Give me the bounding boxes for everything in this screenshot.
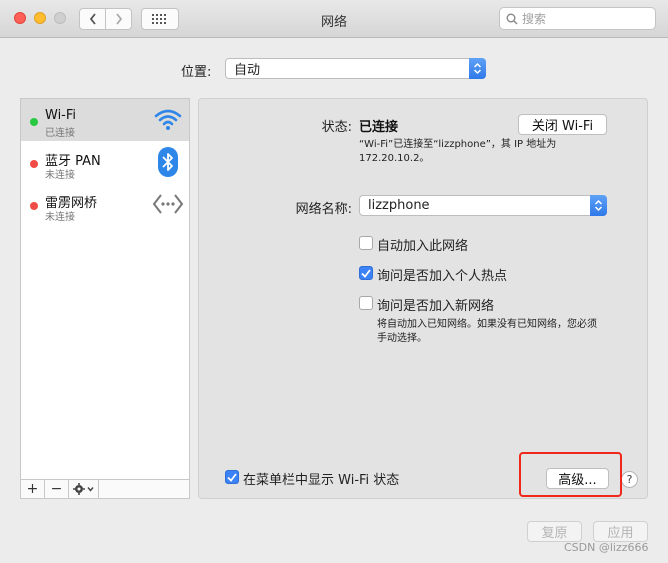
wifi-icon [151,103,185,137]
status-dot [30,202,38,210]
revert-button[interactable]: 复原 [527,521,582,542]
new-network-note-line2: 手动选择。 [377,333,427,344]
gear-icon [72,483,94,495]
bluetooth-icon [151,145,185,179]
apply-button[interactable]: 应用 [593,521,648,542]
service-status: 未连接 [45,170,75,181]
search-placeholder: 搜索 [522,12,547,26]
location-label: 位置: [181,65,212,80]
ask-new-network-label: 询问是否加入新网络 [377,299,495,314]
status-dot [30,160,38,168]
network-name-popup[interactable]: lizzphone [359,195,607,216]
title-bar: 网络 搜索 [0,0,668,38]
status-description-line1: “Wi-Fi”已连接至“lizzphone”，其 IP 地址为 [359,139,557,150]
highlight-annotation [519,452,622,497]
service-list-toolbar: + − [21,479,189,498]
ask-hotspot-checkbox[interactable] [359,266,373,280]
action-menu-button[interactable] [69,480,99,498]
show-in-menubar-label: 在菜单栏中显示 Wi-Fi 状态 [243,473,400,488]
turn-off-wifi-button[interactable]: 关闭 Wi-Fi [518,114,607,135]
help-button[interactable]: ? [621,471,638,488]
status-value: 已连接 [359,120,399,135]
show-in-menubar-checkbox[interactable] [225,470,239,484]
service-status: 未连接 [45,212,75,223]
search-field[interactable]: 搜索 [499,7,656,30]
ask-new-network-checkbox[interactable] [359,296,373,310]
network-name-value: lizzphone [368,198,430,213]
location-popup[interactable]: 自动 [225,58,486,79]
service-list: Wi-Fi 已连接 蓝牙 PAN 未连接 雷雳网桥 未连接 + − [20,98,190,499]
ask-hotspot-label: 询问是否加入个人热点 [377,269,508,284]
status-description-line2: 172.20.10.2。 [359,153,430,164]
new-network-note-line1: 将自动加入已知网络。如果没有已知网络，您必须 [377,319,597,330]
remove-service-button[interactable]: − [45,480,69,498]
service-bluetooth-pan[interactable]: 蓝牙 PAN 未连接 [21,141,189,183]
up-down-chevron-icon [590,195,607,216]
thunderbolt-bridge-icon [151,187,185,221]
search-icon [506,13,518,25]
checkmark-icon [227,472,237,482]
service-name: Wi-Fi [45,108,77,123]
service-thunderbolt-bridge[interactable]: 雷雳网桥 未连接 [21,183,189,225]
location-value: 自动 [234,63,261,78]
checkmark-icon [361,268,371,278]
auto-join-checkbox[interactable] [359,236,373,250]
add-service-button[interactable]: + [21,480,45,498]
up-down-chevron-icon [469,58,486,79]
service-wifi[interactable]: Wi-Fi 已连接 [21,99,189,141]
auto-join-label: 自动加入此网络 [377,239,469,254]
status-dot [30,118,38,126]
network-name-label: 网络名称: [295,202,352,217]
watermark: CSDN @lizz666 [564,541,649,554]
service-status: 已连接 [45,128,75,139]
status-label: 状态: [321,120,352,135]
